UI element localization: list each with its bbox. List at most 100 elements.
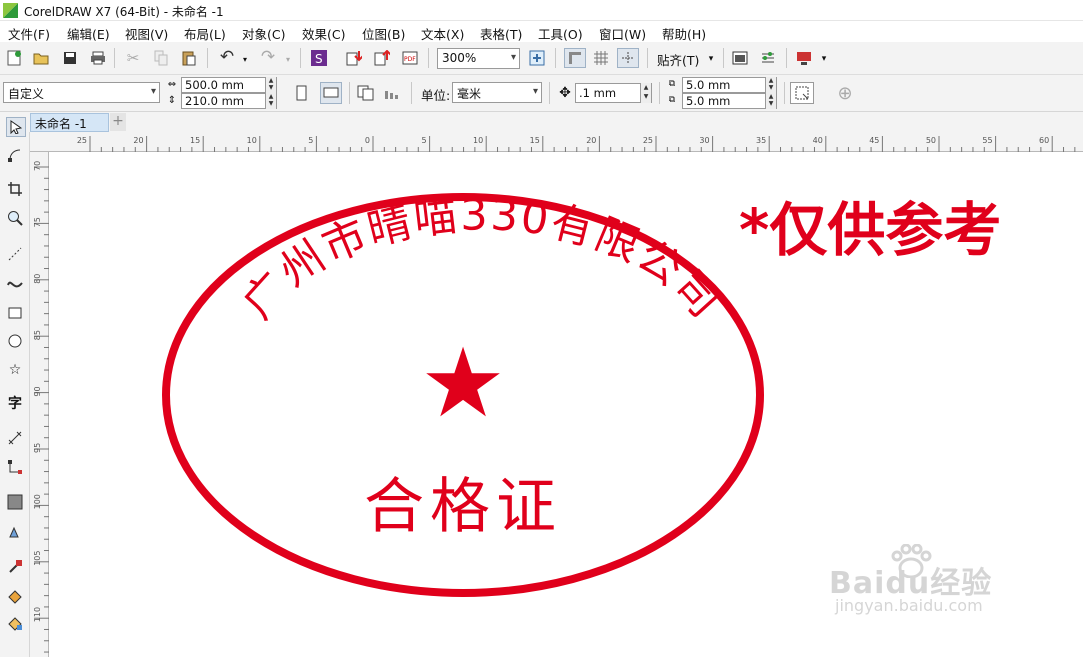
zoom-level-select[interactable]: 300% ▾ (437, 48, 520, 69)
transparency-tool-icon[interactable] (6, 522, 24, 540)
h-ruler-label: 45 (869, 136, 879, 145)
redo-icon[interactable]: ↷ (259, 47, 277, 67)
page-height-input[interactable]: 210.0 mm ▲ ▼ (181, 93, 277, 109)
separator (114, 48, 115, 68)
treat-as-filled-icon[interactable] (790, 82, 814, 104)
portrait-icon[interactable] (293, 84, 311, 102)
zoom-to-fit-icon[interactable] (528, 49, 546, 67)
landscape-icon[interactable] (320, 82, 342, 104)
new-document-icon[interactable] (5, 49, 23, 67)
h-ruler-label: 0 (365, 136, 370, 145)
h-ruler-label: 25 (643, 136, 653, 145)
vertical-ruler[interactable]: 70 75 80 85 90 95 100 105 110 (30, 152, 49, 657)
freehand-tool-icon[interactable] (6, 245, 24, 263)
search-content-icon[interactable]: S (310, 49, 328, 67)
interactive-fill-icon[interactable] (6, 587, 24, 605)
svg-text:S: S (315, 52, 323, 66)
h-ruler-label: 25 (77, 136, 87, 145)
application-launcher-icon[interactable] (795, 49, 813, 67)
undo-icon[interactable]: ↶ (218, 47, 236, 67)
options-icon[interactable] (759, 49, 777, 67)
menu-edit[interactable]: 编辑(E) (67, 24, 110, 43)
menu-table[interactable]: 表格(T) (480, 24, 522, 43)
page-width-input[interactable]: 500.0 mm ▲ ▼ (181, 77, 277, 93)
show-guidelines-icon[interactable] (617, 48, 639, 68)
horizontal-ruler[interactable]: 25 20 15 10 5 0 5 10 15 20 25 30 35 40 45 50 55 60 (30, 132, 1083, 152)
menu-layout[interactable]: 布局(L) (184, 24, 226, 43)
seal-star: ★ (420, 327, 506, 439)
menu-window[interactable]: 窗口(W) (599, 24, 646, 43)
zoom-tool-icon[interactable] (6, 209, 24, 227)
tab-document[interactable]: 未命名 -1 (30, 113, 109, 132)
h-ruler-label: 15 (190, 136, 200, 145)
nudge-distance-input[interactable]: .1 mm ▲ ▼ (575, 83, 652, 103)
page-size-select[interactable]: 自定义 ▾ (3, 82, 160, 103)
snap-dropdown-chevron-icon[interactable]: ▾ (702, 50, 720, 68)
stepper-icon[interactable]: ▲ ▼ (640, 83, 651, 103)
h-ruler-label: 15 (530, 136, 540, 145)
menu-tools[interactable]: 工具(O) (538, 24, 583, 43)
show-grid-icon[interactable] (592, 49, 610, 67)
h-ruler-label: 50 (926, 136, 936, 145)
chevron-down-icon: ▾ (532, 86, 538, 97)
zoom-level-value: 300% (442, 51, 477, 65)
duplicate-x-input[interactable]: 5.0 mm ▲ ▼ (682, 77, 777, 93)
paste-icon[interactable] (180, 49, 198, 67)
separator (555, 48, 556, 68)
ellipse-tool-icon[interactable] (6, 332, 24, 350)
menu-bitmaps[interactable]: 位图(B) (362, 24, 405, 43)
print-icon[interactable] (89, 49, 107, 67)
add-preset-icon[interactable]: ⊕ (836, 83, 854, 104)
separator (349, 82, 350, 104)
smart-fill-icon[interactable] (6, 614, 24, 632)
duplicate-y-input[interactable]: 5.0 mm ▲ ▼ (682, 93, 777, 109)
pick-tool-icon[interactable] (6, 117, 26, 137)
v-ruler-label: 95 (33, 443, 42, 453)
copy-icon[interactable] (152, 49, 170, 67)
export-icon[interactable] (373, 49, 391, 67)
window-title: CorelDRAW X7 (64-Bit) - 未命名 -1 (24, 5, 224, 19)
eyedropper-tool-icon[interactable] (6, 558, 24, 576)
add-tab-button[interactable]: + (110, 113, 126, 131)
menu-text[interactable]: 文本(X) (421, 24, 464, 43)
drawing-canvas[interactable]: 广州市晴喵330有限公司 ★ 合格证 *仅供参考 Baidu经验 jingyan… (49, 152, 1083, 657)
show-rulers-icon[interactable] (564, 48, 586, 68)
save-icon[interactable] (61, 49, 79, 67)
rectangle-tool-icon[interactable] (6, 304, 24, 322)
polygon-tool-icon[interactable]: ☆ (6, 361, 24, 379)
undo-dropdown-icon[interactable]: ▾ (236, 50, 254, 68)
h-ruler-label: 5 (422, 136, 427, 145)
crop-tool-icon[interactable] (6, 180, 24, 198)
import-icon[interactable] (345, 49, 363, 67)
menu-object[interactable]: 对象(C) (242, 24, 285, 43)
text-tool-icon[interactable]: 字 (6, 394, 24, 412)
separator (784, 82, 785, 104)
stepper-icon[interactable]: ▲ ▼ (265, 77, 276, 93)
menu-help[interactable]: 帮助(H) (662, 24, 706, 43)
connector-tool-icon[interactable] (6, 458, 24, 476)
separator (786, 48, 787, 68)
all-pages-icon[interactable] (357, 84, 375, 102)
v-ruler-label: 90 (33, 386, 42, 396)
menu-view[interactable]: 视图(V) (125, 24, 168, 43)
menu-file[interactable]: 文件(F) (8, 24, 50, 43)
redo-dropdown-icon[interactable]: ▾ (279, 50, 297, 68)
units-select[interactable]: 毫米 ▾ (452, 82, 542, 103)
stepper-icon[interactable]: ▲ ▼ (765, 93, 776, 109)
stepper-icon[interactable]: ▲ ▼ (265, 93, 276, 109)
open-folder-icon[interactable] (32, 49, 50, 67)
h-ruler-label: 30 (699, 136, 709, 145)
publish-pdf-icon[interactable]: PDF (401, 49, 419, 67)
drop-shadow-tool-icon[interactable] (6, 493, 24, 511)
cut-icon[interactable]: ✂ (124, 49, 142, 67)
welcome-screen-icon[interactable] (731, 49, 749, 67)
menu-effects[interactable]: 效果(C) (302, 24, 345, 43)
h-ruler-label: 40 (813, 136, 823, 145)
launcher-dropdown-icon[interactable]: ▾ (815, 50, 833, 68)
current-page-icon[interactable] (384, 84, 402, 102)
snap-to-dropdown[interactable]: 贴齐(T) (657, 50, 699, 69)
stepper-icon[interactable]: ▲ ▼ (765, 77, 776, 93)
dimension-tool-icon[interactable] (6, 429, 24, 447)
artistic-media-icon[interactable] (6, 274, 24, 292)
shape-tool-icon[interactable] (6, 146, 24, 164)
